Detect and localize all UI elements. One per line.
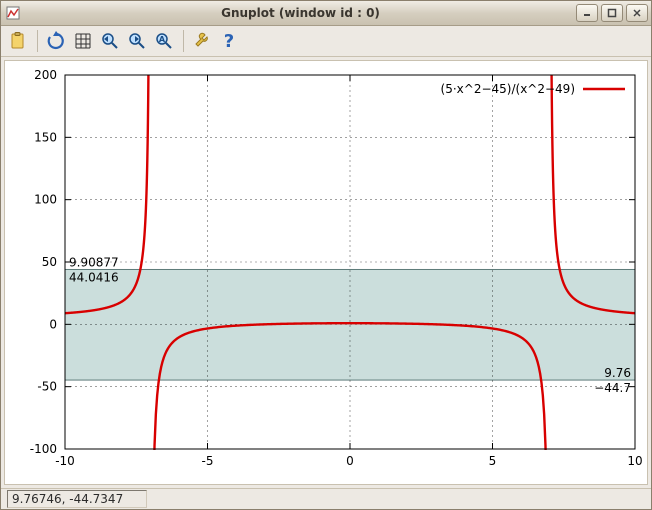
svg-text:-50: -50 (37, 380, 57, 394)
separator (183, 30, 184, 52)
zoom-next-button[interactable] (124, 28, 150, 54)
replot-icon (46, 31, 66, 51)
config-button[interactable] (189, 28, 215, 54)
app-icon (5, 5, 21, 21)
titlebar: Gnuplot (window id : 0) (1, 1, 651, 26)
svg-text:0: 0 (49, 317, 57, 331)
maximize-button[interactable] (601, 4, 623, 22)
replot-button[interactable] (43, 28, 69, 54)
app-window: Gnuplot (window id : 0) A ? (0, 0, 652, 510)
svg-text:-100: -100 (30, 442, 57, 456)
close-button[interactable] (626, 4, 648, 22)
clipboard-icon (8, 31, 28, 51)
plot-canvas: -100-50050100150200-10-50510-100-5005010… (5, 61, 645, 481)
svg-text:50: 50 (42, 255, 57, 269)
help-button[interactable]: ? (216, 28, 242, 54)
svg-text:9.76: 9.76 (604, 366, 631, 380)
toolbar: A ? (1, 26, 651, 57)
autoscale-button[interactable]: A (151, 28, 177, 54)
svg-text:5: 5 (489, 454, 497, 468)
svg-text:0: 0 (346, 454, 354, 468)
zoom-prev-icon (100, 31, 120, 51)
wrench-icon (192, 31, 212, 51)
minimize-button[interactable] (576, 4, 598, 22)
window-title: Gnuplot (window id : 0) (25, 6, 576, 20)
svg-text:−44.7: −44.7 (594, 381, 631, 395)
help-icon: ? (224, 31, 234, 52)
svg-text:-10: -10 (55, 454, 75, 468)
grid-icon (73, 31, 93, 51)
cursor-coords: 9.76746, -44.7347 (7, 490, 147, 508)
svg-text:9.90877: 9.90877 (69, 255, 119, 269)
grid-button[interactable] (70, 28, 96, 54)
zoom-prev-button[interactable] (97, 28, 123, 54)
svg-text:150: 150 (34, 130, 57, 144)
separator (37, 30, 38, 52)
svg-text:A: A (159, 35, 166, 44)
svg-text:100: 100 (34, 193, 57, 207)
svg-text:44.0416: 44.0416 (69, 270, 119, 284)
copy-clipboard-button[interactable] (5, 28, 31, 54)
statusbar: 9.76746, -44.7347 (1, 488, 651, 509)
svg-text:10: 10 (627, 454, 642, 468)
autoscale-icon: A (154, 31, 174, 51)
svg-text:(5·x^2−45)/(x^2−49): (5·x^2−45)/(x^2−49) (441, 82, 575, 96)
zoom-next-icon (127, 31, 147, 51)
plot-area[interactable]: -100-50050100150200-10-50510-100-5005010… (4, 60, 648, 485)
svg-text:200: 200 (34, 68, 57, 82)
svg-text:-5: -5 (202, 454, 214, 468)
